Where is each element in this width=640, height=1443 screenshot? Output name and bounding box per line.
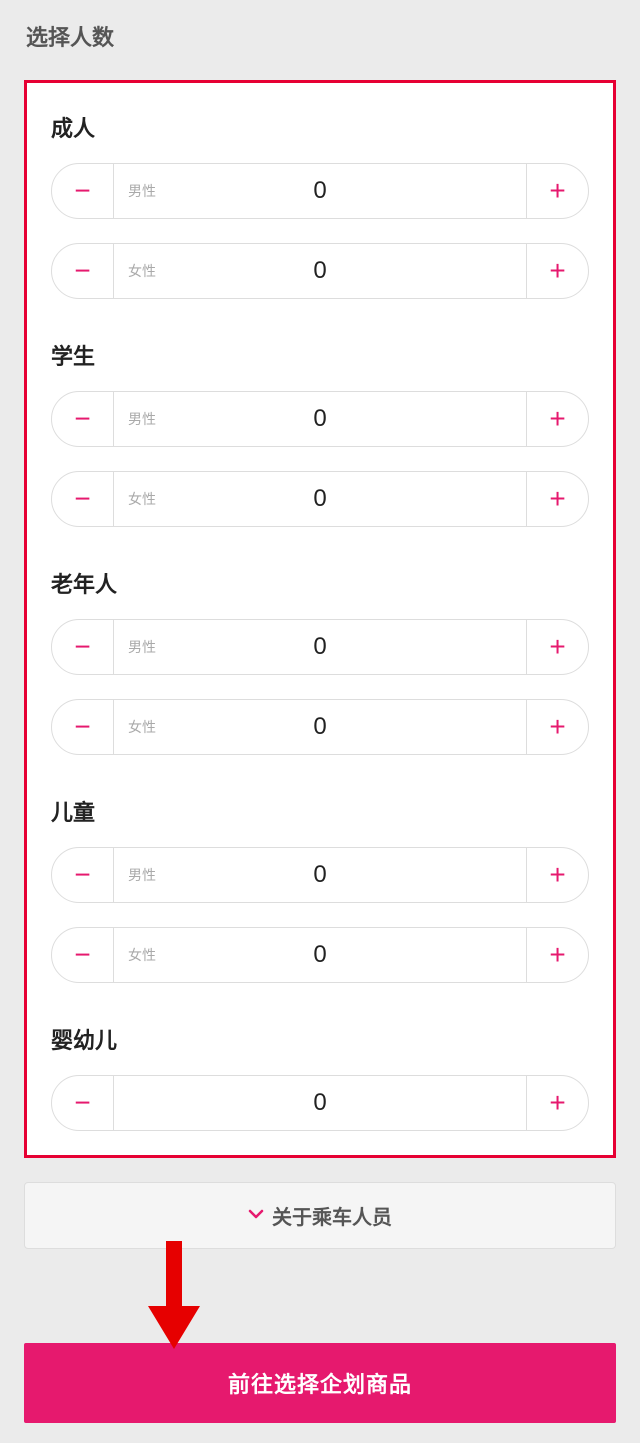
stepper-value: 0 — [114, 485, 526, 513]
stepper-center: 男性 0 — [114, 164, 526, 218]
stepper-senior-female: − 女性 0 + — [51, 699, 589, 755]
stepper-value: 0 — [114, 713, 526, 741]
stepper-child-female: − 女性 0 + — [51, 927, 589, 983]
stepper-label: 女性 — [128, 489, 156, 509]
stepper-center: 女性 0 — [114, 700, 526, 754]
stepper-value: 0 — [114, 633, 526, 661]
proceed-button[interactable]: 前往选择企划商品 — [24, 1343, 616, 1423]
category-child: 儿童 − 男性 0 + − 女性 0 + — [51, 795, 589, 983]
selection-panel: 成人 − 男性 0 + − 女性 0 + 学生 − — [24, 80, 616, 1158]
plus-button[interactable]: + — [526, 700, 588, 754]
arrow-annotation — [24, 1241, 616, 1351]
plus-button[interactable]: + — [526, 164, 588, 218]
stepper-value: 0 — [114, 257, 526, 285]
stepper-adult-male: − 男性 0 + — [51, 163, 589, 219]
stepper-center: 女性 0 — [114, 472, 526, 526]
stepper-infant: − 0 + — [51, 1075, 589, 1131]
minus-button[interactable]: − — [52, 392, 114, 446]
stepper-value: 0 — [114, 941, 526, 969]
stepper-senior-male: − 男性 0 + — [51, 619, 589, 675]
category-title-senior: 老年人 — [51, 567, 589, 599]
stepper-center: 男性 0 — [114, 620, 526, 674]
stepper-label: 女性 — [128, 945, 156, 965]
stepper-center: 女性 0 — [114, 928, 526, 982]
chevron-down-icon — [248, 1206, 264, 1225]
minus-button[interactable]: − — [52, 244, 114, 298]
stepper-value: 0 — [114, 405, 526, 433]
category-infant: 婴幼儿 − 0 + — [51, 1023, 589, 1131]
minus-button[interactable]: − — [52, 700, 114, 754]
minus-button[interactable]: − — [52, 848, 114, 902]
minus-button[interactable]: − — [52, 164, 114, 218]
stepper-center: 0 — [114, 1076, 526, 1130]
about-passengers-label: 关于乘车人员 — [272, 1201, 392, 1230]
stepper-center: 男性 0 — [114, 392, 526, 446]
plus-button[interactable]: + — [526, 392, 588, 446]
stepper-label: 女性 — [128, 717, 156, 737]
stepper-label: 男性 — [128, 865, 156, 885]
stepper-student-male: − 男性 0 + — [51, 391, 589, 447]
arrow-down-icon — [148, 1241, 200, 1351]
stepper-center: 男性 0 — [114, 848, 526, 902]
plus-button[interactable]: + — [526, 620, 588, 674]
stepper-student-female: − 女性 0 + — [51, 471, 589, 527]
stepper-child-male: − 男性 0 + — [51, 847, 589, 903]
category-student: 学生 − 男性 0 + − 女性 0 + — [51, 339, 589, 527]
minus-button[interactable]: − — [52, 472, 114, 526]
plus-button[interactable]: + — [526, 848, 588, 902]
plus-button[interactable]: + — [526, 472, 588, 526]
stepper-label: 女性 — [128, 261, 156, 281]
stepper-value: 0 — [114, 861, 526, 889]
stepper-value: 0 — [114, 1089, 526, 1117]
stepper-label: 男性 — [128, 637, 156, 657]
category-senior: 老年人 − 男性 0 + − 女性 0 + — [51, 567, 589, 755]
plus-button[interactable]: + — [526, 244, 588, 298]
plus-button[interactable]: + — [526, 1076, 588, 1130]
category-title-child: 儿童 — [51, 795, 589, 827]
stepper-value: 0 — [114, 177, 526, 205]
stepper-label: 男性 — [128, 409, 156, 429]
plus-button[interactable]: + — [526, 928, 588, 982]
category-title-student: 学生 — [51, 339, 589, 371]
stepper-center: 女性 0 — [114, 244, 526, 298]
minus-button[interactable]: − — [52, 1076, 114, 1130]
minus-button[interactable]: − — [52, 620, 114, 674]
category-title-infant: 婴幼儿 — [51, 1023, 589, 1055]
about-passengers-panel[interactable]: 关于乘车人员 — [24, 1182, 616, 1249]
minus-button[interactable]: − — [52, 928, 114, 982]
category-adult: 成人 − 男性 0 + − 女性 0 + — [51, 111, 589, 299]
category-title-adult: 成人 — [51, 111, 589, 143]
stepper-adult-female: − 女性 0 + — [51, 243, 589, 299]
page-title: 选择人数 — [24, 20, 616, 52]
stepper-label: 男性 — [128, 181, 156, 201]
